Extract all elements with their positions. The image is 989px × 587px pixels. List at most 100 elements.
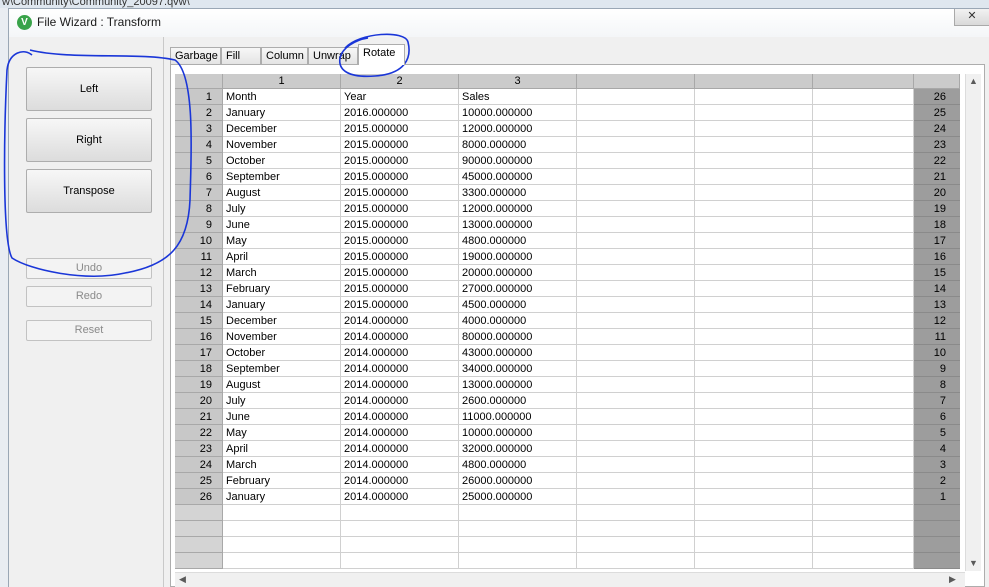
- table-cell[interactable]: 4000.000000: [459, 313, 577, 329]
- column-header[interactable]: [813, 74, 914, 89]
- row-number[interactable]: 22: [175, 425, 223, 441]
- table-cell[interactable]: July: [223, 393, 341, 409]
- table-cell[interactable]: June: [223, 409, 341, 425]
- table-cell[interactable]: September: [223, 361, 341, 377]
- column-header[interactable]: 2: [341, 74, 459, 89]
- table-cell[interactable]: [695, 137, 813, 153]
- tab-rotate[interactable]: Rotate: [358, 44, 405, 65]
- table-cell[interactable]: April: [223, 249, 341, 265]
- table-cell[interactable]: [813, 489, 914, 505]
- table-cell[interactable]: [577, 313, 695, 329]
- column-header[interactable]: [695, 74, 813, 89]
- table-cell[interactable]: 13000.000000: [459, 217, 577, 233]
- row-number[interactable]: 2: [175, 105, 223, 121]
- table-cell[interactable]: 4800.000000: [459, 233, 577, 249]
- table-cell[interactable]: [695, 153, 813, 169]
- table-cell[interactable]: 80000.000000: [459, 329, 577, 345]
- table-cell[interactable]: [577, 201, 695, 217]
- table-cell[interactable]: [695, 185, 813, 201]
- scroll-up-arrow-icon[interactable]: ▲: [969, 76, 978, 86]
- table-cell[interactable]: September: [223, 169, 341, 185]
- row-number[interactable]: 9: [175, 217, 223, 233]
- table-cell[interactable]: [813, 297, 914, 313]
- table-cell[interactable]: [813, 361, 914, 377]
- table-cell[interactable]: [695, 329, 813, 345]
- column-header[interactable]: 1: [223, 74, 341, 89]
- empty-cell[interactable]: [459, 553, 577, 569]
- table-cell[interactable]: [813, 409, 914, 425]
- row-number[interactable]: 14: [175, 297, 223, 313]
- table-cell[interactable]: Month: [223, 89, 341, 105]
- table-cell[interactable]: [695, 105, 813, 121]
- table-cell[interactable]: December: [223, 313, 341, 329]
- table-cell[interactable]: 2015.000000: [341, 201, 459, 217]
- table-cell[interactable]: [813, 377, 914, 393]
- transpose-button[interactable]: Transpose: [26, 169, 152, 213]
- rotate-right-button[interactable]: Right: [26, 118, 152, 162]
- table-cell[interactable]: [577, 185, 695, 201]
- empty-cell[interactable]: [459, 505, 577, 521]
- row-number[interactable]: 7: [175, 185, 223, 201]
- table-cell[interactable]: [695, 313, 813, 329]
- table-cell[interactable]: [695, 441, 813, 457]
- table-cell[interactable]: [813, 233, 914, 249]
- table-cell[interactable]: [695, 489, 813, 505]
- table-cell[interactable]: [813, 121, 914, 137]
- table-cell[interactable]: [577, 361, 695, 377]
- table-cell[interactable]: [813, 201, 914, 217]
- table-cell[interactable]: [577, 169, 695, 185]
- table-cell[interactable]: [813, 265, 914, 281]
- empty-cell[interactable]: [223, 505, 341, 521]
- table-cell[interactable]: January: [223, 105, 341, 121]
- table-cell[interactable]: [577, 153, 695, 169]
- redo-button[interactable]: Redo: [26, 286, 152, 307]
- table-cell[interactable]: 32000.000000: [459, 441, 577, 457]
- table-cell[interactable]: 12000.000000: [459, 121, 577, 137]
- table-cell[interactable]: February: [223, 281, 341, 297]
- row-number[interactable]: 24: [175, 457, 223, 473]
- table-cell[interactable]: [695, 169, 813, 185]
- table-cell[interactable]: [577, 281, 695, 297]
- table-cell[interactable]: March: [223, 265, 341, 281]
- table-cell[interactable]: 2014.000000: [341, 409, 459, 425]
- table-cell[interactable]: [577, 233, 695, 249]
- table-cell[interactable]: [813, 105, 914, 121]
- empty-cell[interactable]: [341, 553, 459, 569]
- table-cell[interactable]: [577, 105, 695, 121]
- empty-cell[interactable]: [695, 537, 813, 553]
- table-cell[interactable]: Sales: [459, 89, 577, 105]
- row-number[interactable]: 1: [175, 89, 223, 105]
- row-number[interactable]: 11: [175, 249, 223, 265]
- table-cell[interactable]: [813, 457, 914, 473]
- table-cell[interactable]: [813, 281, 914, 297]
- row-number[interactable]: 3: [175, 121, 223, 137]
- table-cell[interactable]: April: [223, 441, 341, 457]
- table-cell[interactable]: July: [223, 201, 341, 217]
- row-number[interactable]: 17: [175, 345, 223, 361]
- table-cell[interactable]: [813, 249, 914, 265]
- row-number[interactable]: 18: [175, 361, 223, 377]
- table-cell[interactable]: [577, 441, 695, 457]
- row-number[interactable]: 5: [175, 153, 223, 169]
- table-cell[interactable]: [695, 393, 813, 409]
- table-cell[interactable]: August: [223, 377, 341, 393]
- horizontal-scrollbar[interactable]: ◀ ▶: [175, 572, 965, 587]
- table-cell[interactable]: [813, 153, 914, 169]
- scroll-right-arrow-icon[interactable]: ▶: [949, 574, 956, 585]
- empty-cell[interactable]: [695, 505, 813, 521]
- table-cell[interactable]: [813, 441, 914, 457]
- table-cell[interactable]: [577, 473, 695, 489]
- table-cell[interactable]: Year: [341, 89, 459, 105]
- empty-cell[interactable]: [813, 505, 914, 521]
- table-cell[interactable]: 2014.000000: [341, 329, 459, 345]
- table-cell[interactable]: November: [223, 137, 341, 153]
- table-cell[interactable]: 2014.000000: [341, 377, 459, 393]
- table-cell[interactable]: May: [223, 425, 341, 441]
- table-cell[interactable]: [695, 201, 813, 217]
- empty-cell[interactable]: [341, 521, 459, 537]
- table-cell[interactable]: March: [223, 457, 341, 473]
- table-cell[interactable]: February: [223, 473, 341, 489]
- table-cell[interactable]: [695, 457, 813, 473]
- table-cell[interactable]: [695, 345, 813, 361]
- table-cell[interactable]: [577, 217, 695, 233]
